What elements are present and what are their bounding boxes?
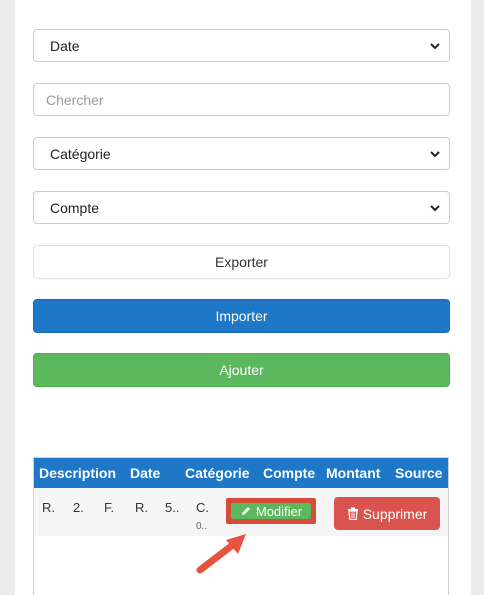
import-button[interactable]: Importer: [33, 299, 450, 333]
chevron-down-icon: [430, 150, 440, 157]
pencil-icon: [241, 507, 250, 515]
export-button[interactable]: Exporter: [33, 245, 450, 279]
cell-source: C.: [196, 500, 209, 515]
table-row: R. 2. F. R. 5.. C. 0.. Modifier Supprime…: [34, 488, 448, 536]
add-button[interactable]: Ajouter: [33, 353, 450, 387]
date-select-value: Date: [50, 37, 80, 54]
header-description[interactable]: Description: [39, 465, 116, 481]
modify-button-highlight: Modifier: [226, 498, 316, 524]
modify-label: Modifier: [255, 503, 303, 519]
cell-amount: 5..: [165, 500, 180, 515]
category-select-value: Catégorie: [50, 145, 111, 162]
cell-category: F.: [104, 500, 115, 515]
account-select[interactable]: Compte: [33, 191, 450, 224]
delete-label: Supprimer: [362, 505, 428, 522]
header-category[interactable]: Catégorie: [185, 465, 250, 481]
modify-button[interactable]: Modifier: [231, 503, 311, 519]
date-select[interactable]: Date: [33, 29, 450, 62]
search-placeholder: Chercher: [46, 91, 104, 108]
cell-account: R.: [135, 500, 148, 515]
chevron-down-icon: [430, 204, 440, 211]
header-date[interactable]: Date: [130, 465, 160, 481]
header-source[interactable]: Source: [395, 465, 442, 481]
table-header: Description Date Catégorie Compte Montan…: [34, 458, 448, 488]
import-label: Importer: [215, 308, 268, 324]
trash-icon: [347, 507, 358, 520]
cell-date: 2.: [73, 500, 84, 515]
header-account[interactable]: Compte: [263, 465, 315, 481]
account-select-value: Compte: [50, 199, 100, 216]
export-label: Exporter: [215, 254, 268, 270]
arrow-icon: [196, 534, 246, 574]
add-label: Ajouter: [219, 362, 264, 378]
chevron-down-icon: [430, 42, 440, 49]
delete-button[interactable]: Supprimer: [334, 497, 440, 530]
header-amount[interactable]: Montant: [326, 465, 380, 481]
search-input[interactable]: Chercher: [33, 83, 450, 116]
cell-description: R.: [42, 500, 55, 515]
category-select[interactable]: Catégorie: [33, 137, 450, 170]
